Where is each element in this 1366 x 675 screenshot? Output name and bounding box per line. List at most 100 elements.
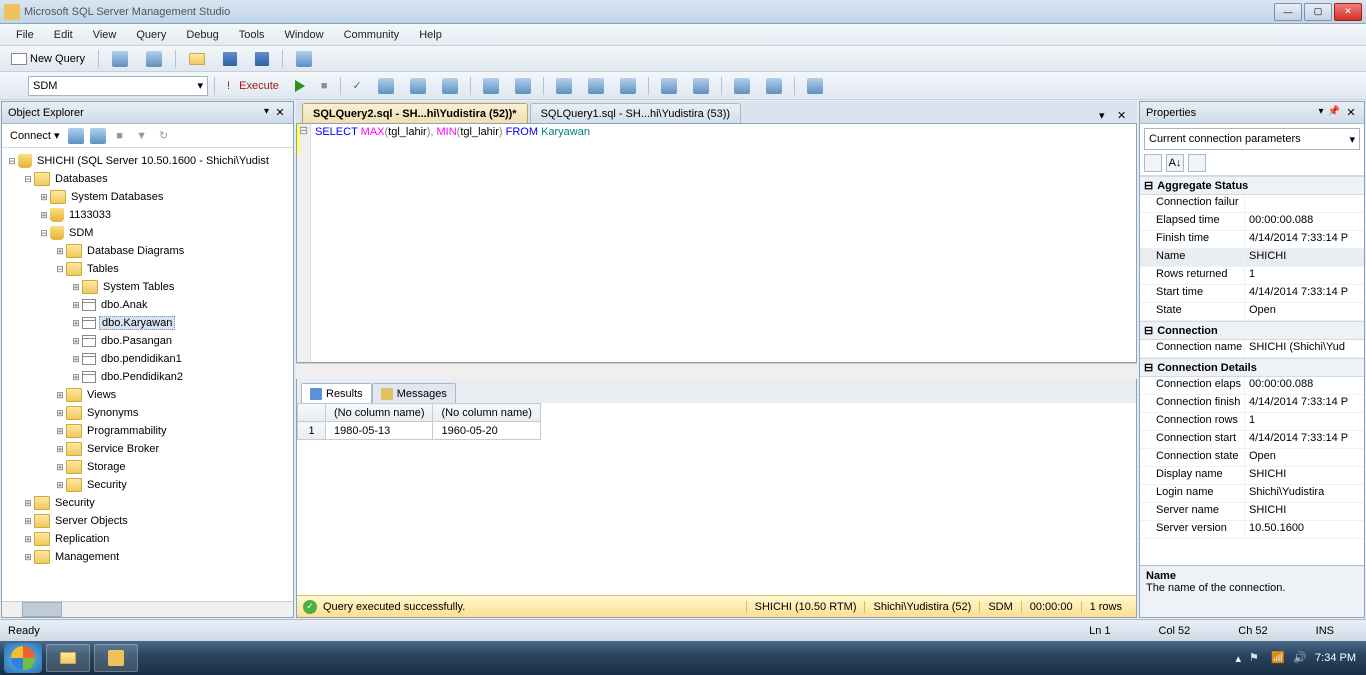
dropdown-icon[interactable]: ▾ xyxy=(1319,106,1324,120)
menu-help[interactable]: Help xyxy=(409,29,452,41)
property-row[interactable]: NameSHICHI xyxy=(1140,249,1364,267)
tree-service-broker[interactable]: ⊞Service Broker xyxy=(2,440,293,458)
alphabetical-button[interactable]: A↓ xyxy=(1166,154,1184,172)
property-row[interactable]: Rows returned1 xyxy=(1140,267,1364,285)
cell-1-1[interactable]: 1980-05-13 xyxy=(326,422,433,440)
col-header-1[interactable]: (No column name) xyxy=(326,404,433,422)
open-button[interactable] xyxy=(182,50,212,68)
tree-tables[interactable]: ⊟Tables xyxy=(2,260,293,278)
tab-sqlquery2[interactable]: SQLQuery2.sql - SH...hi\Yudistira (52))* xyxy=(302,103,528,123)
tree-table-pendidikan2[interactable]: ⊞dbo.Pendidikan2 xyxy=(2,368,293,386)
menu-window[interactable]: Window xyxy=(274,29,333,41)
outdent-button[interactable] xyxy=(760,76,788,96)
tree-table-karyawan[interactable]: ⊞dbo.Karyawan xyxy=(2,314,293,332)
save-button[interactable] xyxy=(216,49,244,69)
tray-clock[interactable]: 7:34 PM xyxy=(1315,652,1356,664)
debug-button[interactable] xyxy=(289,78,311,94)
property-row[interactable]: Connection failur xyxy=(1140,195,1364,213)
cat-connection[interactable]: ⊟Connection xyxy=(1140,321,1364,340)
close-button[interactable]: ✕ xyxy=(1334,3,1362,21)
dropdown-icon[interactable]: ▾ xyxy=(264,106,269,120)
minimize-button[interactable]: — xyxy=(1274,3,1302,21)
sql-editor[interactable]: ⊟ SELECT MAX(tgl_lahir), MIN(tgl_lahir) … xyxy=(296,123,1137,363)
connect-icon-2[interactable] xyxy=(88,127,108,145)
properties-grid[interactable]: ⊟Aggregate Status Connection failurElaps… xyxy=(1140,176,1364,565)
property-row[interactable]: Connection rows1 xyxy=(1140,413,1364,431)
tray-flag-icon[interactable]: ⚑ xyxy=(1249,651,1263,665)
tree-server-node[interactable]: ⊟SHICHI (SQL Server 10.50.1600 - Shichi\… xyxy=(2,152,293,170)
property-row[interactable]: Display nameSHICHI xyxy=(1140,467,1364,485)
toolbar-btn-1[interactable] xyxy=(105,48,135,70)
panel-close-icon[interactable]: ✕ xyxy=(1344,106,1358,120)
tree-storage[interactable]: ⊞Storage xyxy=(2,458,293,476)
tab-close-icon[interactable]: ✕ xyxy=(1117,109,1131,123)
tree-replication[interactable]: ⊞Replication xyxy=(2,530,293,548)
parse-button[interactable]: ✓ xyxy=(347,77,368,94)
toolbar-btn-d[interactable] xyxy=(477,76,505,96)
specify-values-button[interactable] xyxy=(801,76,829,96)
taskbar-explorer[interactable] xyxy=(46,644,90,672)
properties-selector[interactable]: Current connection parameters▾ xyxy=(1144,128,1360,150)
stop-button[interactable]: ■ xyxy=(315,78,334,94)
menu-view[interactable]: View xyxy=(83,29,127,41)
tree-programmability[interactable]: ⊞Programmability xyxy=(2,422,293,440)
tab-dropdown-icon[interactable]: ▾ xyxy=(1099,109,1113,123)
menu-file[interactable]: File xyxy=(6,29,44,41)
cat-aggregate-status[interactable]: ⊟Aggregate Status xyxy=(1140,176,1364,195)
results-file-button[interactable] xyxy=(614,76,642,96)
toolbar-btn-a[interactable] xyxy=(372,76,400,96)
tree-sysdb[interactable]: ⊞System Databases xyxy=(2,188,293,206)
execute-button[interactable]: ! Execute xyxy=(221,78,285,94)
toolbar-btn-b[interactable] xyxy=(404,76,432,96)
uncomment-button[interactable] xyxy=(687,76,715,96)
activity-monitor-button[interactable] xyxy=(289,48,319,70)
tab-results[interactable]: Results xyxy=(301,383,372,403)
property-row[interactable]: Connection elaps00:00:00.088 xyxy=(1140,377,1364,395)
new-query-button[interactable]: New Query xyxy=(4,50,92,68)
property-row[interactable]: Server nameSHICHI xyxy=(1140,503,1364,521)
tray-show-hidden-icon[interactable]: ▴ xyxy=(1236,652,1242,665)
tree-security-server[interactable]: ⊞Security xyxy=(2,494,293,512)
toolbar-btn-e[interactable] xyxy=(509,76,537,96)
taskbar-ssms[interactable] xyxy=(94,644,138,672)
tree-systables[interactable]: ⊞System Tables xyxy=(2,278,293,296)
property-row[interactable]: Connection stateOpen xyxy=(1140,449,1364,467)
indent-button[interactable] xyxy=(728,76,756,96)
save-all-button[interactable] xyxy=(248,49,276,69)
sql-code[interactable]: SELECT MAX(tgl_lahir), MIN(tgl_lahir) FR… xyxy=(311,124,594,362)
menu-tools[interactable]: Tools xyxy=(229,29,275,41)
property-pages-button[interactable] xyxy=(1188,154,1206,172)
start-button[interactable] xyxy=(4,643,42,673)
maximize-button[interactable]: ▢ xyxy=(1304,3,1332,21)
toolbar-btn-c[interactable] xyxy=(436,76,464,96)
tree-server-objects[interactable]: ⊞Server Objects xyxy=(2,512,293,530)
tree-views[interactable]: ⊞Views xyxy=(2,386,293,404)
results-grid[interactable]: (No column name) (No column name) 1 1980… xyxy=(297,403,1136,595)
refresh-button[interactable]: ↻ xyxy=(154,127,174,145)
property-row[interactable]: Elapsed time00:00:00.088 xyxy=(1140,213,1364,231)
tree-databases[interactable]: ⊟Databases xyxy=(2,170,293,188)
tab-sqlquery1[interactable]: SQLQuery1.sql - SH...hi\Yudistira (53)) xyxy=(530,103,742,123)
tree-table-anak[interactable]: ⊞dbo.Anak xyxy=(2,296,293,314)
tree-security-db[interactable]: ⊞Security xyxy=(2,476,293,494)
property-row[interactable]: Connection start4/14/2014 7:33:14 P xyxy=(1140,431,1364,449)
toolbar-btn-2[interactable] xyxy=(139,48,169,70)
results-grid-button[interactable] xyxy=(582,76,610,96)
tray-network-icon[interactable]: 📶 xyxy=(1271,651,1285,665)
tree-db-1133033[interactable]: ⊞1133033 xyxy=(2,206,293,224)
filter-button[interactable]: ▼ xyxy=(132,127,152,145)
cell-1-2[interactable]: 1960-05-20 xyxy=(433,422,540,440)
tree-table-pendidikan1[interactable]: ⊞dbo.pendidikan1 xyxy=(2,350,293,368)
categorized-button[interactable] xyxy=(1144,154,1162,172)
tray-volume-icon[interactable]: 🔊 xyxy=(1293,651,1307,665)
object-tree[interactable]: ⊟SHICHI (SQL Server 10.50.1600 - Shichi\… xyxy=(2,148,293,601)
connect-icon-1[interactable] xyxy=(66,127,86,145)
connect-button[interactable]: Connect ▾ xyxy=(6,129,64,142)
menu-community[interactable]: Community xyxy=(334,29,410,41)
panel-close-icon[interactable]: ✕ xyxy=(273,106,287,120)
col-header-2[interactable]: (No column name) xyxy=(433,404,540,422)
cat-connection-details[interactable]: ⊟Connection Details xyxy=(1140,358,1364,377)
tree-scrollbar[interactable] xyxy=(2,601,293,617)
tab-messages[interactable]: Messages xyxy=(372,383,456,403)
property-row[interactable]: Connection finish4/14/2014 7:33:14 P xyxy=(1140,395,1364,413)
